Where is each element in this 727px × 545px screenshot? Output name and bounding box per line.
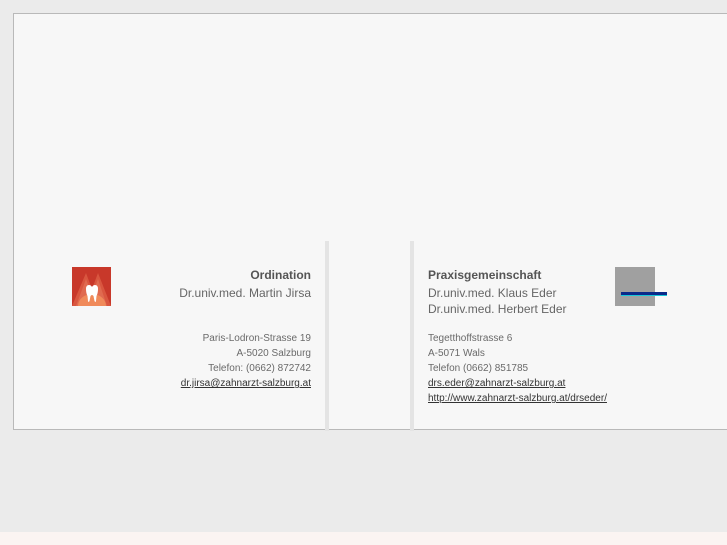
right-doctor-name-2: Dr.univ.med. Herbert Eder — [428, 302, 567, 316]
left-address: Paris-Lodron-Strasse 19 A-5020 Salzburg … — [181, 331, 311, 391]
practice-logo-icon — [615, 267, 667, 306]
left-practice-info: Ordination Dr.univ.med. Martin Jirsa — [179, 268, 311, 301]
right-title: Praxisgemeinschaft — [428, 268, 542, 282]
right-practice-info: Praxisgemeinschaft Dr.univ.med. Klaus Ed… — [428, 268, 567, 317]
column-divider-left — [325, 241, 329, 431]
right-website-link[interactable]: http://www.zahnarzt-salzburg.at/drseder/ — [428, 393, 607, 404]
right-street: Tegetthoffstrasse 6 — [428, 333, 513, 344]
column-divider-right — [410, 241, 414, 431]
right-doctor-name-1: Dr.univ.med. Klaus Eder — [428, 286, 557, 300]
right-city: A-5071 Wals — [428, 348, 485, 359]
left-city: A-5020 Salzburg — [236, 348, 312, 359]
tooth-logo-icon — [72, 267, 111, 306]
left-phone: Telefon: (0662) 872742 — [208, 363, 311, 374]
left-email-link[interactable]: dr.jirsa@zahnarzt-salzburg.at — [181, 378, 311, 389]
business-card-panel — [13, 13, 727, 430]
right-phone: Telefon (0662) 851785 — [428, 363, 529, 374]
left-doctor-name: Dr.univ.med. Martin Jirsa — [179, 286, 311, 300]
left-title: Ordination — [250, 268, 311, 282]
left-street: Paris-Lodron-Strasse 19 — [202, 333, 311, 344]
right-address: Tegetthoffstrasse 6 A-5071 Wals Telefon … — [428, 331, 607, 406]
practice-logo-line — [621, 292, 667, 296]
footer-strip — [0, 532, 727, 545]
right-email-link[interactable]: drs.eder@zahnarzt-salzburg.at — [428, 378, 565, 389]
